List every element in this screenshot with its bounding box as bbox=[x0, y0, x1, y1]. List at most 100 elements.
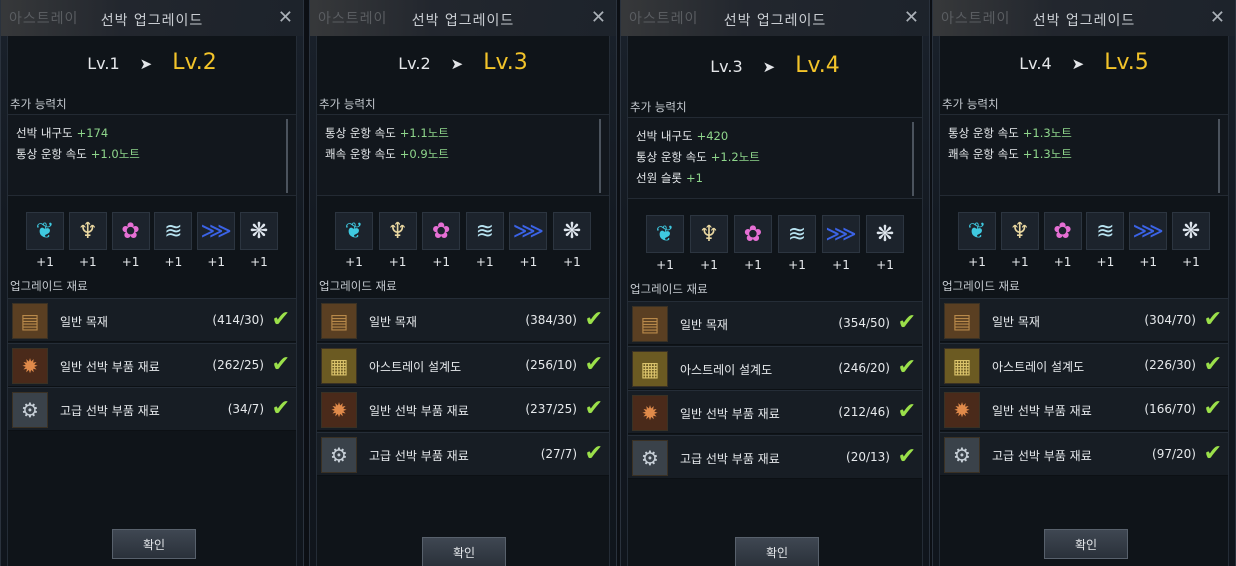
check-icon: ✔ bbox=[1203, 396, 1222, 421]
icon-bonus: +1 bbox=[876, 258, 894, 272]
icon-bonus: +1 bbox=[700, 258, 718, 272]
confirm-button[interactable]: 확인 bbox=[1044, 529, 1128, 559]
advanced-part-icon: ⚙ bbox=[632, 439, 668, 476]
ship-part-icon: ✹ bbox=[12, 347, 48, 384]
stat-name: 쾌속 운항 속도 bbox=[948, 147, 1019, 161]
material-count: (226/30) bbox=[1144, 357, 1196, 372]
material-count: (97/20) bbox=[1152, 446, 1196, 461]
material-count: (262/25) bbox=[212, 357, 264, 372]
panel-title: 선박 업그레이드 bbox=[1032, 13, 1136, 29]
next-level: Lv.3 bbox=[483, 50, 528, 75]
arrow-right-icon: ➤ bbox=[139, 55, 153, 73]
pink-fish-icon: ✿ bbox=[422, 212, 461, 250]
icon-bonus: +1 bbox=[432, 255, 451, 269]
panel-body: Lv.4 ➤ Lv.5 추가 능력치통상 운항 속도 +1.3노트 쾌속 운항 속도 +1.… bbox=[939, 36, 1229, 566]
stat-value: +1.1노트 bbox=[399, 126, 449, 140]
current-level: Lv.4 bbox=[1019, 54, 1052, 73]
material-row: ▤ 일반 목재 (384/30) ✔ bbox=[317, 298, 609, 342]
scrollbar[interactable] bbox=[912, 122, 914, 196]
wood-icon: ▤ bbox=[321, 303, 357, 339]
sea-spirit-icon: ❦ bbox=[958, 212, 996, 250]
material-name: 일반 선박 부품 재료 bbox=[680, 407, 780, 421]
scrollbar[interactable] bbox=[599, 119, 601, 193]
material-name: 고급 선박 부품 재료 bbox=[680, 451, 780, 466]
material-count: (237/25) bbox=[525, 402, 577, 416]
ship-part-icon: ✹ bbox=[944, 392, 980, 428]
material-name: 일반 선박 부품 재료 bbox=[992, 404, 1092, 418]
material-count: (304/70) bbox=[1144, 313, 1196, 327]
stat-name: 선원 슬롯 bbox=[636, 171, 682, 185]
current-level: Lv.2 bbox=[398, 54, 431, 73]
check-icon: ✔ bbox=[271, 396, 290, 421]
ship-part-icon: ✹ bbox=[632, 395, 668, 431]
blueprint-icon: ▦ bbox=[944, 347, 980, 384]
ship-upgrade-panel: 아스트레이 선박 업그레이드 ✕ Lv.4 ➤ Lv.5 추가 능력치 통상 운항 속도 +1.… bbox=[932, 0, 1236, 566]
material-row: ▤ 일반 목재 (414/30) ✔ bbox=[8, 298, 296, 342]
icon-bonus: +1 bbox=[656, 258, 674, 272]
stat-value: +174 bbox=[76, 126, 109, 140]
icon-bonus: +1 bbox=[36, 255, 54, 269]
close-icon[interactable]: ✕ bbox=[591, 7, 606, 28]
icon-bonus: +1 bbox=[207, 255, 226, 269]
extra-stats-label: 추가 능력치 bbox=[942, 97, 999, 111]
scrollbar[interactable] bbox=[286, 119, 288, 193]
icon-bonus: +1 bbox=[475, 255, 494, 269]
check-icon: ✔ bbox=[897, 399, 916, 424]
wave-icon: ≋ bbox=[465, 212, 504, 250]
stat-line: 통상 운항 속도 +1.0노트 bbox=[16, 146, 140, 162]
extra-stats-label: 추가 능력치 bbox=[319, 97, 376, 111]
check-icon: ✔ bbox=[1203, 440, 1222, 466]
stat-value: +1.0노트 bbox=[90, 147, 140, 161]
icon-bonus: +1 bbox=[250, 255, 268, 269]
tide-icon: ⋙ bbox=[1129, 212, 1168, 250]
close-icon[interactable]: ✕ bbox=[278, 7, 293, 28]
stat-line: 통상 운항 속도 +1.1노트 bbox=[325, 125, 449, 141]
material-name: 아스트레이 설계도 bbox=[680, 362, 773, 377]
material-count: (34/7) bbox=[227, 402, 264, 416]
next-level: Lv.5 bbox=[1104, 50, 1149, 75]
material-count: (166/70) bbox=[1144, 402, 1196, 416]
materials-label: 업그레이드 재료 bbox=[630, 282, 708, 296]
material-row: ⚙ 고급 선박 부품 재료 (34/7) ✔ bbox=[8, 387, 296, 431]
material-name: 아스트레이 설계도 bbox=[369, 359, 462, 374]
stat-line: 쾌속 운항 속도 +0.9노트 bbox=[325, 146, 449, 162]
extra-stats-list: 통상 운항 속도 +1.3노트 쾌속 운항 속도 +1.3노트 bbox=[940, 114, 1228, 196]
material-row: ⚙ 고급 선박 부품 재료 (20/13) ✔ bbox=[628, 434, 922, 479]
eagle-icon: ❋ bbox=[1171, 212, 1210, 250]
scrollbar[interactable] bbox=[1218, 119, 1220, 193]
close-icon[interactable]: ✕ bbox=[1210, 7, 1225, 28]
stat-name: 통상 운항 속도 bbox=[325, 126, 396, 140]
stat-icon-row: ❦ ♆ ✿ ≋ ⋙ ❋ bbox=[335, 212, 591, 250]
confirm-button[interactable]: 확인 bbox=[735, 537, 819, 566]
advanced-part-icon: ⚙ bbox=[321, 436, 357, 473]
close-icon[interactable]: ✕ bbox=[904, 7, 919, 28]
blueprint-icon: ▦ bbox=[632, 350, 668, 387]
next-level: Lv.2 bbox=[172, 50, 217, 75]
stat-line: 선박 내구도 +174 bbox=[16, 125, 108, 141]
check-icon: ✔ bbox=[897, 354, 916, 380]
material-name: 일반 목재 bbox=[369, 315, 417, 329]
whirlwind-icon: ♆ bbox=[68, 212, 107, 250]
material-name: 고급 선박 부품 재료 bbox=[60, 404, 160, 418]
check-icon: ✔ bbox=[897, 443, 916, 469]
panel-title: 선박 업그레이드 bbox=[411, 13, 515, 29]
stat-icon-bonus-row: +1 +1 +1 +1 +1 +1 bbox=[26, 255, 278, 269]
panel-body: Lv.3 ➤ Lv.4 추가 능력치 선박 내구도 +420 통상 운항 속도 +1.2노트 선… bbox=[627, 36, 923, 566]
stat-line: 선원 슬롯 +1 bbox=[636, 170, 703, 186]
stat-icon-bonus-row: +1 +1 +1 +1 +1 +1 bbox=[958, 255, 1210, 269]
icon-bonus: +1 bbox=[1053, 255, 1072, 269]
material-name: 일반 선박 부품 재료 bbox=[369, 404, 469, 418]
pink-fish-icon: ✿ bbox=[111, 212, 150, 250]
stat-value: +1.3노트 bbox=[1022, 126, 1072, 140]
material-row: ✹ 일반 선박 부품 재료 (166/70) ✔ bbox=[940, 387, 1228, 431]
material-name: 일반 목재 bbox=[992, 315, 1040, 329]
material-count: (27/7) bbox=[540, 446, 577, 461]
stat-value: +1.2노트 bbox=[710, 150, 760, 164]
blueprint-icon: ▦ bbox=[321, 347, 357, 384]
confirm-button[interactable]: 확인 bbox=[422, 537, 506, 566]
stat-name: 통상 운항 속도 bbox=[16, 147, 87, 161]
confirm-button[interactable]: 확인 bbox=[112, 529, 196, 559]
arrow-right-icon: ➤ bbox=[1071, 55, 1085, 73]
icon-bonus: +1 bbox=[563, 255, 581, 269]
stat-icon-bonus-row: +1 +1 +1 +1 +1 +1 bbox=[646, 258, 904, 272]
